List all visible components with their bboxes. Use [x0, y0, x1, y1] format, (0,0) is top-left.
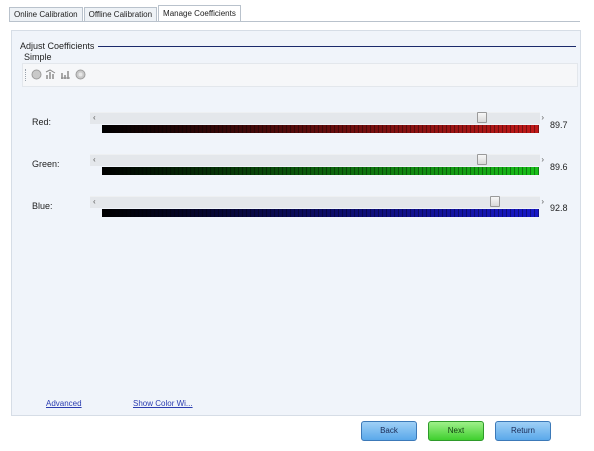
chart-icon[interactable]: [45, 69, 56, 80]
chart-alt-icon[interactable]: [60, 69, 71, 80]
tab-divider: [9, 21, 580, 22]
blue-value: 92.8: [550, 203, 568, 213]
coefficients-panel: Adjust Coefficients Simple Red: ‹ › 89.7…: [11, 30, 581, 416]
red-value: 89.7: [550, 120, 568, 130]
green-label: Green:: [32, 159, 60, 169]
green-left-arrow-icon[interactable]: ‹: [93, 155, 96, 165]
tab-online-calibration[interactable]: Online Calibration: [9, 7, 83, 22]
red-left-arrow-icon[interactable]: ‹: [93, 113, 96, 123]
blue-right-arrow-icon[interactable]: ›: [541, 197, 544, 207]
blue-left-arrow-icon[interactable]: ‹: [93, 197, 96, 207]
back-button[interactable]: Back: [361, 421, 417, 441]
toolbar-grip[interactable]: [25, 69, 28, 81]
red-slider-thumb[interactable]: [477, 112, 488, 123]
return-button[interactable]: Return: [495, 421, 551, 441]
tab-bar: Online Calibration Offline Calibration M…: [9, 5, 242, 22]
red-slider-track[interactable]: ‹ ›: [90, 112, 544, 124]
tab-offline-calibration[interactable]: Offline Calibration: [83, 7, 158, 22]
mode-label: Simple: [24, 52, 52, 62]
circle-icon[interactable]: [31, 69, 42, 80]
blue-slider-thumb[interactable]: [489, 196, 500, 207]
red-color-bar: [102, 125, 539, 133]
blue-color-bar: [102, 209, 539, 217]
red-right-arrow-icon[interactable]: ›: [541, 113, 544, 123]
green-value: 89.6: [550, 162, 568, 172]
blue-slider-track[interactable]: ‹ ›: [90, 196, 544, 208]
group-divider: [98, 46, 576, 47]
green-slider-track[interactable]: ‹ ›: [90, 154, 544, 166]
blue-label: Blue:: [32, 201, 53, 211]
show-color-window-link[interactable]: Show Color Wi...: [133, 399, 193, 408]
tab-manage-coefficients[interactable]: Manage Coefficients: [158, 5, 241, 22]
circle-alt-icon[interactable]: [75, 69, 86, 80]
group-title: Adjust Coefficients: [20, 41, 95, 51]
green-right-arrow-icon[interactable]: ›: [541, 155, 544, 165]
advanced-link[interactable]: Advanced: [46, 399, 82, 408]
red-label: Red:: [32, 117, 52, 127]
toolbar: [22, 63, 578, 87]
green-color-bar: [102, 167, 539, 175]
next-button[interactable]: Next: [428, 421, 484, 441]
green-slider-thumb[interactable]: [477, 154, 488, 165]
